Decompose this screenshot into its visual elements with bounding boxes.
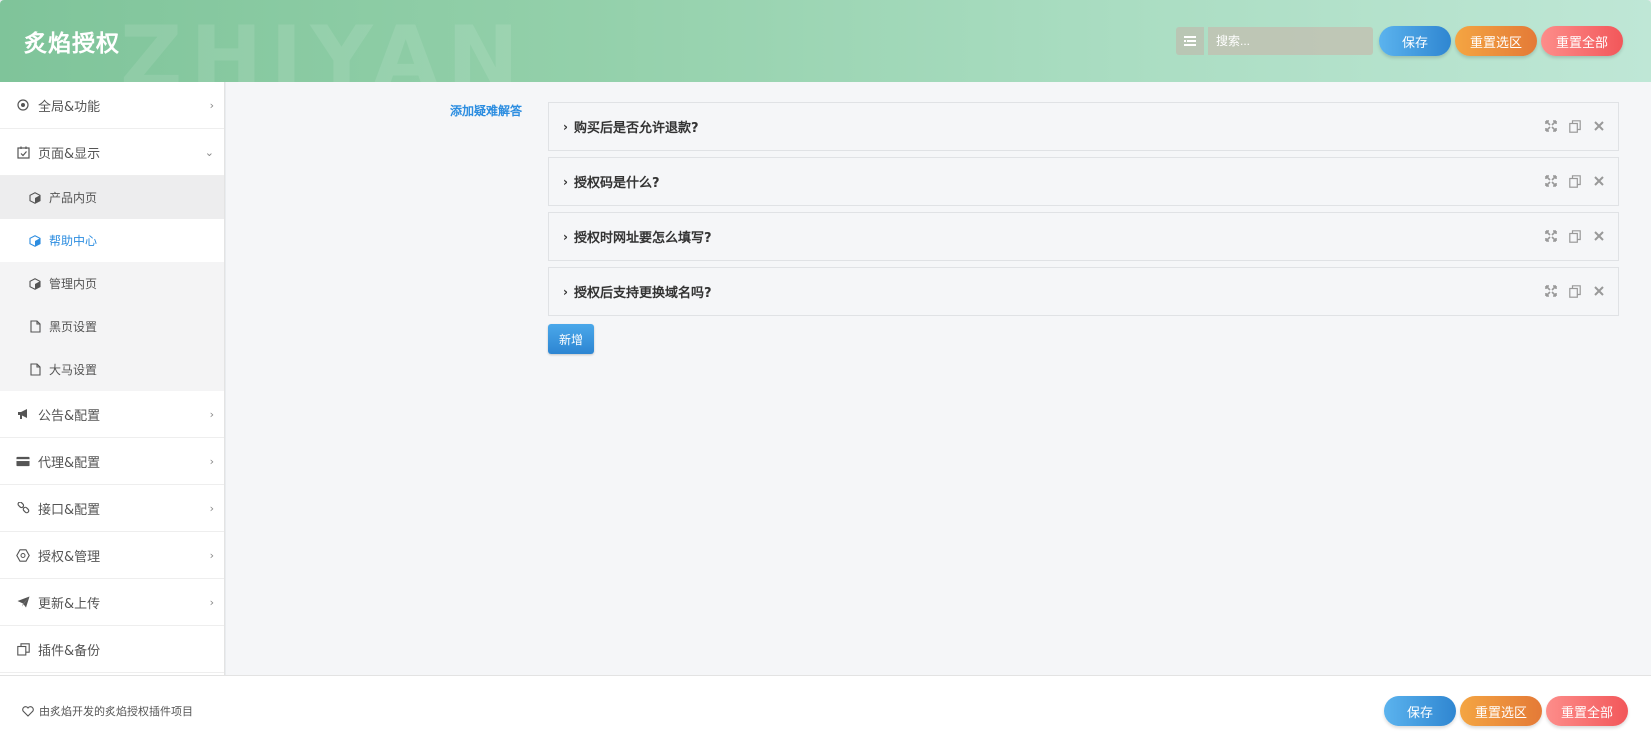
footer-reset-section-button[interactable]: 重置选区 [1460, 696, 1542, 726]
brand-title: 炙焰授权 [24, 31, 120, 57]
chevron-right-icon: › [563, 284, 568, 299]
header-bar: ZHIYAN 炙焰授权 保存 重置选区 重置全部 [0, 0, 1651, 82]
sidebar-item-api[interactable]: 接口&配置 › [0, 485, 224, 532]
sidebar-item-license[interactable]: 授权&管理 › [0, 532, 224, 579]
sidebar-item-label: 代理&配置 [38, 455, 101, 471]
search-input[interactable] [1208, 27, 1373, 55]
target-icon [16, 98, 30, 112]
faq-list: › 购买后是否允许退款? › 授权码是什么? › 授权时网址要怎么填写? › 授… [548, 102, 1619, 322]
footer-save-button[interactable]: 保存 [1384, 696, 1456, 726]
chevron-right-icon: › [563, 174, 568, 189]
duplicate-icon[interactable] [1568, 174, 1582, 188]
header-save-button[interactable]: 保存 [1379, 26, 1451, 56]
sidebar-item-label: 全局&功能 [38, 99, 101, 115]
main-content: 添加疑难解答 › 购买后是否允许退款? › 授权码是什么? › 授权时网址要怎么… [226, 82, 1651, 675]
copy-icon [16, 642, 30, 656]
sidebar-subitem-label: 产品内页 [49, 191, 98, 205]
chevron-right-icon: › [563, 119, 568, 134]
chevron-right-icon: › [209, 407, 214, 421]
hexagon-icon [16, 548, 30, 562]
chevron-right-icon: › [209, 501, 214, 515]
sidebar-item-page-display[interactable]: 页面&显示 ⌄ [0, 129, 224, 176]
megaphone-icon [16, 407, 30, 421]
faq-item[interactable]: › 授权后支持更换域名吗? [548, 267, 1619, 316]
expand-icon[interactable] [1544, 284, 1558, 298]
close-icon[interactable] [1592, 229, 1606, 243]
faq-actions [1544, 174, 1606, 188]
footer-credit-text: 由炙焰开发的炙焰授权插件项目 [39, 705, 193, 718]
duplicate-icon[interactable] [1568, 119, 1582, 133]
sidebar-item-agent[interactable]: 代理&配置 › [0, 438, 224, 485]
duplicate-icon[interactable] [1568, 284, 1582, 298]
cube-icon [28, 191, 42, 205]
expand-icon[interactable] [1544, 229, 1558, 243]
sidebar-item-label: 页面&显示 [38, 146, 101, 162]
heart-icon [22, 705, 34, 717]
faq-item[interactable]: › 授权时网址要怎么填写? [548, 212, 1619, 261]
close-icon[interactable] [1592, 119, 1606, 133]
sidebar-item-update[interactable]: 更新&上传 › [0, 579, 224, 626]
sidebar-item-plugin-backup[interactable]: 插件&备份 [0, 626, 224, 673]
file-icon [28, 320, 42, 334]
chevron-right-icon: › [209, 548, 214, 562]
sidebar-item-label: 更新&上传 [38, 596, 101, 612]
faq-item[interactable]: › 授权码是什么? [548, 157, 1619, 206]
sidebar-item-label: 公告&配置 [38, 408, 101, 424]
app-window: ZHIYAN 炙焰授权 保存 重置选区 重置全部 全局&功能 › 页面&显示 ⌄ [0, 0, 1651, 745]
paper-plane-icon [16, 595, 30, 609]
chevron-right-icon: › [209, 454, 214, 468]
sidebar-subitem-webshell[interactable]: 大马设置 [0, 348, 224, 391]
sidebar-item-global[interactable]: 全局&功能 › [0, 82, 224, 129]
chevron-right-icon: › [209, 595, 214, 609]
header-reset-all-button[interactable]: 重置全部 [1541, 26, 1623, 56]
sidebar-item-label: 插件&备份 [38, 643, 101, 659]
expand-icon[interactable] [1544, 119, 1558, 133]
faq-actions [1544, 229, 1606, 243]
chevron-right-icon: › [209, 98, 214, 112]
sidebar-item-announcement[interactable]: 公告&配置 › [0, 391, 224, 438]
faq-question: 购买后是否允许退款? [573, 121, 699, 136]
sidebar-subitem-admin-page[interactable]: 管理内页 [0, 262, 224, 305]
link-icon [16, 501, 30, 515]
sidebar-subitem-product-page[interactable]: 产品内页 [0, 176, 224, 219]
header-reset-section-button[interactable]: 重置选区 [1455, 26, 1537, 56]
faq-question: 授权时网址要怎么填写? [573, 231, 712, 246]
footer-reset-all-button[interactable]: 重置全部 [1546, 696, 1628, 726]
search-group [1176, 27, 1373, 55]
faq-actions [1544, 284, 1606, 298]
sidebar-subitem-label: 管理内页 [49, 277, 98, 291]
expand-icon[interactable] [1544, 174, 1558, 188]
close-icon[interactable] [1592, 284, 1606, 298]
sidebar: 全局&功能 › 页面&显示 ⌄ 产品内页 帮助中心 管理内页 黑页设置 大马设置… [0, 82, 225, 675]
sidebar-subitem-label: 帮助中心 [49, 234, 98, 248]
faq-question: 授权码是什么? [573, 176, 660, 191]
file-icon [28, 363, 42, 377]
faq-section-label: 添加疑难解答 [450, 104, 523, 118]
calendar-check-icon [16, 145, 30, 159]
faq-actions [1544, 119, 1606, 133]
cube-icon [28, 277, 42, 291]
sidebar-item-label: 接口&配置 [38, 502, 101, 518]
sidebar-subitem-label: 黑页设置 [49, 320, 98, 334]
add-faq-button[interactable]: 新增 [548, 324, 594, 354]
chevron-down-icon: ⌄ [204, 145, 214, 159]
footer-credit: 由炙焰开发的炙焰授权插件项目 [22, 703, 193, 719]
header-watermark: ZHIYAN [120, 8, 527, 82]
duplicate-icon[interactable] [1568, 229, 1582, 243]
sidebar-item-label: 授权&管理 [38, 549, 101, 565]
credit-card-icon [16, 454, 30, 468]
search-toggle-icon[interactable] [1176, 27, 1204, 55]
sidebar-subitem-help-center[interactable]: 帮助中心 [0, 219, 224, 262]
sidebar-subitem-black-page[interactable]: 黑页设置 [0, 305, 224, 348]
footer-bar: 由炙焰开发的炙焰授权插件项目 保存 重置选区 重置全部 [0, 675, 1651, 745]
cube-icon [28, 234, 42, 248]
faq-question: 授权后支持更换域名吗? [573, 286, 712, 301]
sidebar-subitem-label: 大马设置 [49, 363, 98, 377]
close-icon[interactable] [1592, 174, 1606, 188]
chevron-right-icon: › [563, 229, 568, 244]
faq-item[interactable]: › 购买后是否允许退款? [548, 102, 1619, 151]
sidebar-subnav: 产品内页 帮助中心 管理内页 黑页设置 大马设置 [0, 176, 224, 391]
